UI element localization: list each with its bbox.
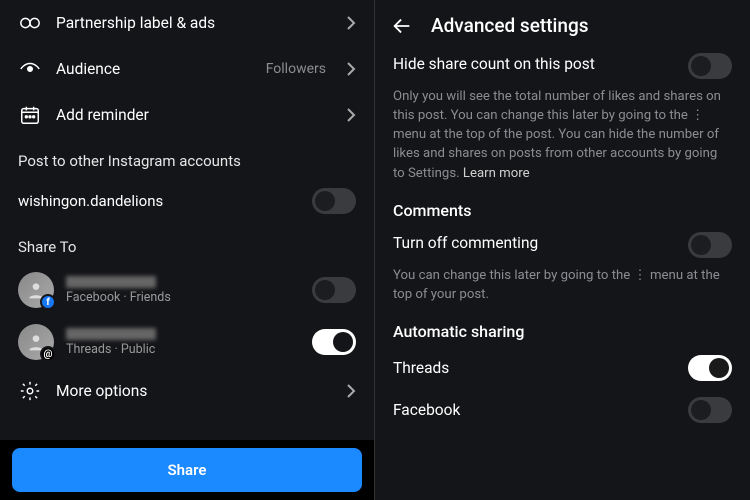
auto-sharing-header: Automatic sharing [375, 312, 750, 347]
post-to-header: Post to other Instagram accounts [0, 138, 374, 178]
hide-share-desc-text: Only you will see the total number of li… [393, 89, 721, 181]
gear-icon [18, 380, 42, 402]
other-account-row[interactable]: wishingon.dandelions [0, 178, 374, 224]
share-target-threads[interactable]: @ Threads · Public [0, 316, 374, 368]
eye-icon [18, 58, 42, 80]
share-target-facebook[interactable]: f Facebook · Friends [0, 264, 374, 316]
share-target-text: Threads · Public [66, 328, 300, 357]
redacted-name [66, 276, 156, 288]
share-facebook-toggle[interactable] [312, 277, 356, 303]
auto-share-facebook-row[interactable]: Facebook [375, 389, 750, 431]
auto-share-facebook-label: Facebook [393, 401, 678, 419]
facebook-badge-icon: f [40, 294, 56, 310]
share-threads-toggle[interactable] [312, 329, 356, 355]
more-options-label: More options [56, 382, 332, 400]
calendar-icon [18, 104, 42, 126]
partnership-icon [18, 12, 42, 34]
share-button[interactable]: Share [12, 448, 362, 492]
bottom-bar: Share [0, 440, 374, 500]
advanced-header: Advanced settings [375, 0, 750, 47]
chevron-right-icon [346, 107, 356, 123]
avatar: @ [18, 324, 54, 360]
reminder-row[interactable]: Add reminder [0, 92, 374, 138]
chevron-right-icon [346, 61, 356, 77]
turn-off-commenting-title: Turn off commenting [393, 232, 678, 252]
share-target-subtitle: Threads · Public [66, 342, 300, 357]
share-to-header: Share To [0, 224, 374, 264]
auto-share-threads-label: Threads [393, 359, 678, 377]
hide-share-desc: Only you will see the total number of li… [375, 83, 750, 191]
learn-more-link[interactable]: Learn more [463, 166, 530, 181]
compose-pane: Partnership label & ads Audience Followe… [0, 0, 375, 500]
audience-row[interactable]: Audience Followers [0, 46, 374, 92]
audience-label: Audience [56, 60, 252, 78]
auto-share-facebook-toggle[interactable] [688, 397, 732, 423]
partnership-row[interactable]: Partnership label & ads [0, 0, 374, 46]
other-account-toggle[interactable] [312, 188, 356, 214]
chevron-right-icon [346, 15, 356, 31]
hide-share-toggle[interactable] [688, 53, 732, 79]
hide-share-block: Hide share count on this post [375, 47, 750, 83]
hide-share-title: Hide share count on this post [393, 53, 678, 73]
redacted-name [66, 328, 156, 340]
partnership-label: Partnership label & ads [56, 14, 332, 32]
advanced-title: Advanced settings [431, 14, 589, 37]
threads-badge-icon: @ [40, 346, 56, 362]
share-target-subtitle: Facebook · Friends [66, 290, 300, 305]
chevron-right-icon [346, 383, 356, 399]
audience-value: Followers [266, 61, 326, 77]
avatar: f [18, 272, 54, 308]
share-target-text: Facebook · Friends [66, 276, 300, 305]
turn-off-commenting-toggle[interactable] [688, 232, 732, 258]
auto-share-threads-row[interactable]: Threads [375, 347, 750, 389]
back-arrow-icon[interactable] [391, 15, 413, 37]
advanced-settings-pane: Advanced settings Hide share count on th… [375, 0, 750, 500]
reminder-label: Add reminder [56, 106, 332, 124]
comments-header: Comments [375, 191, 750, 226]
auto-share-threads-toggle[interactable] [688, 355, 732, 381]
turn-off-commenting-block: Turn off commenting [375, 226, 750, 262]
turn-off-commenting-desc: You can change this later by going to th… [375, 262, 750, 312]
other-account-name: wishingon.dandelions [18, 192, 300, 210]
more-options-row[interactable]: More options [0, 368, 374, 414]
